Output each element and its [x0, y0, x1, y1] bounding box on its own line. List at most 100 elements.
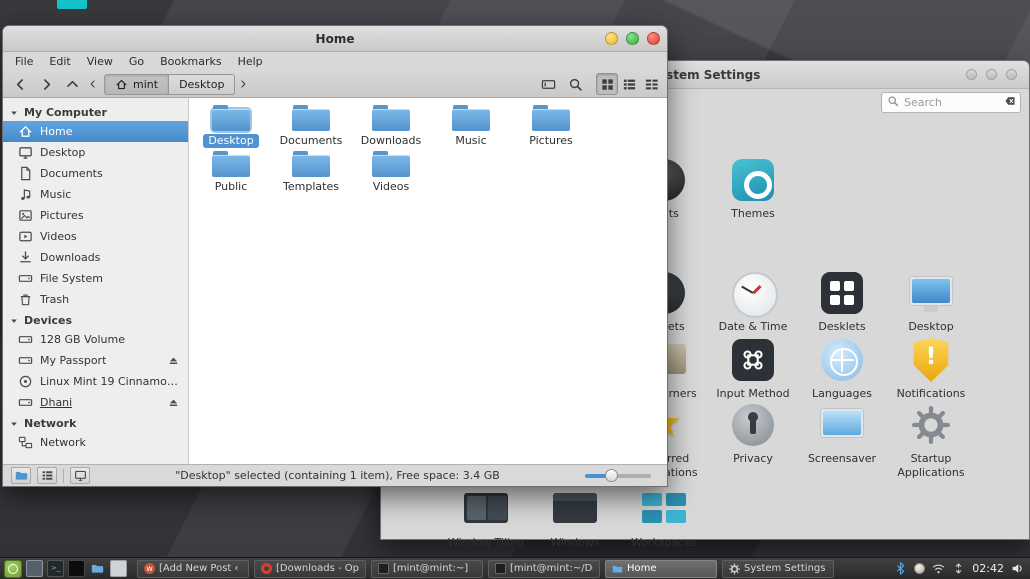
- edit-location-button[interactable]: [536, 73, 561, 95]
- menu-view[interactable]: View: [79, 54, 121, 69]
- settings-item-startup-applications[interactable]: Startup Applications: [889, 401, 973, 480]
- zoom-slider[interactable]: [585, 465, 659, 486]
- settings-minimize-button[interactable]: [966, 69, 977, 80]
- settings-item-screensaver[interactable]: Screensaver: [800, 401, 884, 466]
- settings-item-notifications[interactable]: Notifications: [889, 336, 973, 401]
- settings-item-desktop[interactable]: Desktop: [889, 269, 973, 334]
- sidebar-item-documents[interactable]: Documents: [3, 163, 188, 184]
- mint-menu-button[interactable]: [4, 559, 22, 578]
- wordpress-icon: [144, 563, 155, 574]
- folder-icon: [212, 151, 250, 177]
- places-toggle-button[interactable]: [11, 467, 31, 484]
- sidebar-item-file-system[interactable]: File System: [3, 268, 188, 289]
- clear-search-icon[interactable]: [1004, 95, 1016, 107]
- settings-item-desklets[interactable]: Desklets: [800, 269, 884, 334]
- terminal-dark-launcher[interactable]: [68, 560, 85, 577]
- grid-view-button[interactable]: [596, 73, 618, 95]
- menu-file[interactable]: File: [7, 54, 41, 69]
- back-button[interactable]: [8, 73, 33, 95]
- file-manager-titlebar[interactable]: Home: [3, 26, 667, 52]
- sidebar-item-dhani[interactable]: Dhani: [3, 392, 188, 413]
- settings-item-languages[interactable]: Languages: [800, 336, 884, 401]
- file-item-documents[interactable]: Documents: [271, 102, 351, 148]
- file-item-public[interactable]: Public: [191, 148, 271, 194]
- file-item-music[interactable]: Music: [431, 102, 511, 148]
- settings-item-window-tiling[interactable]: Window Tiling: [444, 485, 528, 550]
- settings-search-input[interactable]: [881, 92, 1021, 113]
- sidebar-item-trash[interactable]: Trash: [3, 289, 188, 310]
- sidebar-item-network[interactable]: Network: [3, 432, 188, 453]
- files-launcher[interactable]: [89, 560, 106, 577]
- section-label: Devices: [24, 314, 73, 327]
- file-grid[interactable]: Desktop Documents Downloads Music Pictur…: [189, 98, 667, 464]
- taskbar-clock[interactable]: 02:42: [972, 562, 1004, 575]
- maximize-button[interactable]: [626, 32, 639, 45]
- settings-item-themes[interactable]: Themes: [711, 156, 795, 221]
- settings-item-workspaces[interactable]: Workspaces: [622, 485, 706, 550]
- search-button[interactable]: [563, 73, 588, 95]
- settings-item-windows[interactable]: Windows: [533, 485, 617, 550]
- breadcrumb-scroll-left-button[interactable]: [86, 73, 100, 95]
- up-button[interactable]: [60, 73, 85, 95]
- menu-go[interactable]: Go: [121, 54, 152, 69]
- bluetooth-icon[interactable]: [894, 562, 907, 575]
- taskbar-button-terminal-2[interactable]: [mint@mint:~/Dow...: [488, 559, 600, 578]
- file-item-pictures[interactable]: Pictures: [511, 102, 591, 148]
- show-desktop-button[interactable]: [26, 560, 43, 577]
- sidebar-item-home[interactable]: Home: [3, 121, 188, 142]
- taskbar-button-home[interactable]: Home: [605, 559, 717, 578]
- menubar: File Edit View Go Bookmarks Help: [3, 52, 667, 71]
- list-view-button[interactable]: [618, 73, 640, 95]
- videos-icon: [18, 229, 33, 244]
- volume-icon[interactable]: [1011, 562, 1024, 575]
- wifi-icon[interactable]: [932, 562, 945, 575]
- file-item-desktop[interactable]: Desktop: [191, 102, 271, 148]
- sidebar-item-my-passport[interactable]: My Passport: [3, 350, 188, 371]
- taskbar-button-opera[interactable]: [Downloads - Opera]: [254, 559, 366, 578]
- expander-icon: [9, 316, 19, 326]
- taskbar-button-system-settings[interactable]: System Settings: [722, 559, 834, 578]
- zoom-handle[interactable]: [605, 469, 618, 482]
- sidebar-item-desktop[interactable]: Desktop: [3, 142, 188, 163]
- file-item-videos[interactable]: Videos: [351, 148, 431, 194]
- settings-item-input-method[interactable]: Input Method: [711, 336, 795, 401]
- breadcrumb-home[interactable]: mint: [104, 73, 170, 95]
- minimize-button[interactable]: [605, 32, 618, 45]
- taskbar: [Add New Post ‹ Ma... [Downloads - Opera…: [0, 557, 1030, 579]
- taskbar-button-add-new-post[interactable]: [Add New Post ‹ Ma...: [137, 559, 249, 578]
- eject-icon[interactable]: [167, 396, 180, 409]
- sidebar-section-devices[interactable]: Devices: [3, 310, 188, 329]
- menu-help[interactable]: Help: [230, 54, 271, 69]
- treeview-toggle-button[interactable]: [37, 467, 57, 484]
- menu-bookmarks[interactable]: Bookmarks: [152, 54, 229, 69]
- breadcrumb-desktop[interactable]: Desktop: [169, 73, 236, 95]
- close-button[interactable]: [647, 32, 660, 45]
- menu-edit[interactable]: Edit: [41, 54, 78, 69]
- sidebar-item-videos[interactable]: Videos: [3, 226, 188, 247]
- minimized-window-tab[interactable]: [57, 0, 87, 9]
- sidebar-item-linux-mint-19[interactable]: Linux Mint 19 Cinnamon ...: [3, 371, 188, 392]
- settings-item-privacy[interactable]: Privacy: [711, 401, 795, 466]
- forward-button[interactable]: [34, 73, 59, 95]
- terminal-launcher[interactable]: [47, 560, 64, 577]
- compact-view-button[interactable]: [640, 73, 662, 95]
- settings-item-date-time[interactable]: Date & Time: [711, 269, 795, 334]
- sidebar-item-128gb-volume[interactable]: 128 GB Volume: [3, 329, 188, 350]
- applet-circle-icon[interactable]: [914, 563, 926, 574]
- file-item-downloads[interactable]: Downloads: [351, 102, 431, 148]
- eject-icon[interactable]: [167, 354, 180, 367]
- breadcrumb-scroll-right-button[interactable]: [236, 73, 250, 95]
- folder-icon: [292, 105, 330, 131]
- sync-icon[interactable]: [952, 562, 965, 575]
- sidebar-item-downloads[interactable]: Downloads: [3, 247, 188, 268]
- sidebar-section-network[interactable]: Network: [3, 413, 188, 432]
- file-item-templates[interactable]: Templates: [271, 148, 351, 194]
- settings-close-button[interactable]: [1006, 69, 1017, 80]
- sidebar-section-my-computer[interactable]: My Computer: [3, 102, 188, 121]
- screenshot-launcher[interactable]: [110, 560, 127, 577]
- sidebar-item-pictures[interactable]: Pictures: [3, 205, 188, 226]
- sidebar-item-music[interactable]: Music: [3, 184, 188, 205]
- settings-maximize-button[interactable]: [986, 69, 997, 80]
- taskbar-button-terminal-1[interactable]: [mint@mint:~]: [371, 559, 483, 578]
- sidebar-toggle-button[interactable]: [70, 467, 90, 484]
